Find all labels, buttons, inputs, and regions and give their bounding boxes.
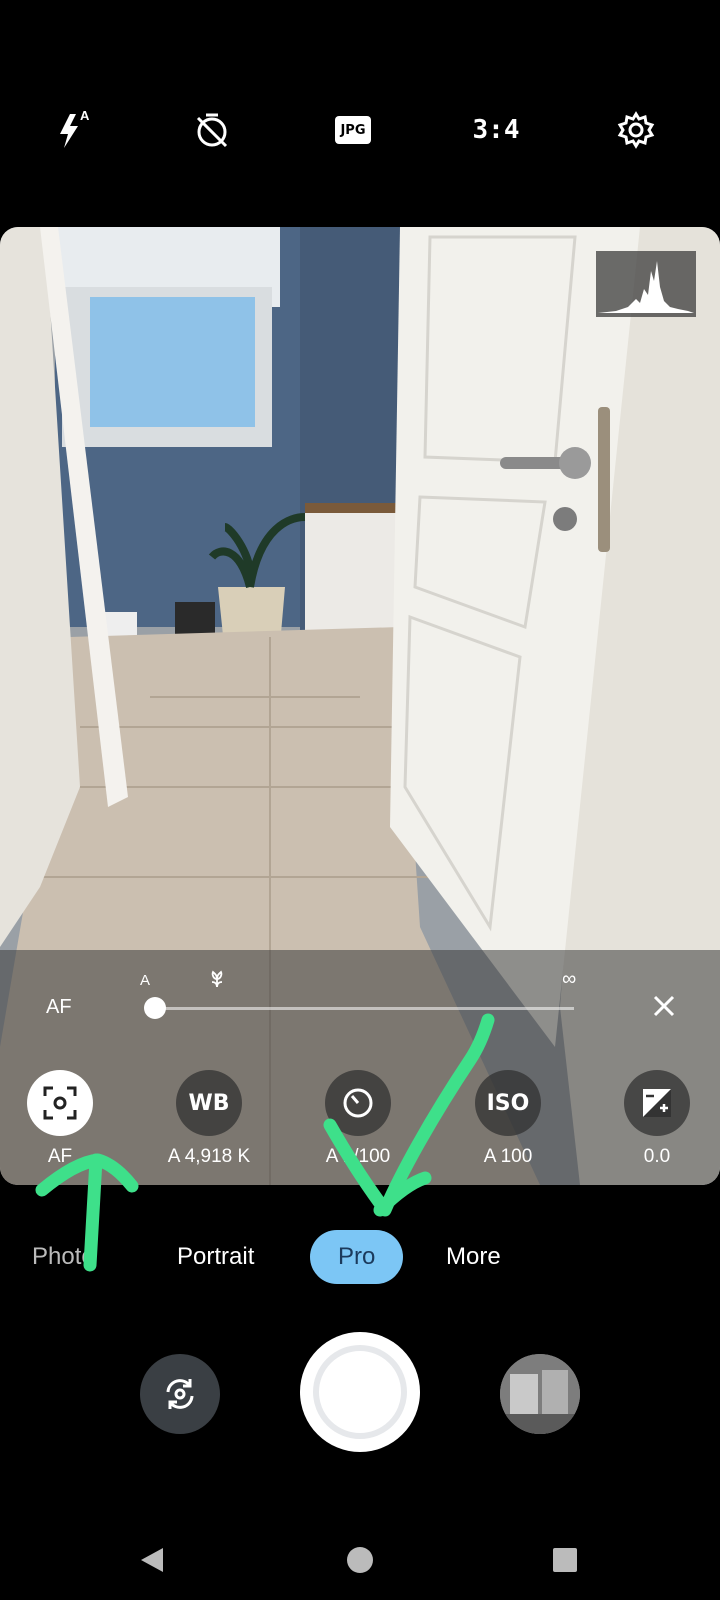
aspect-ratio-toggle[interactable]: 3:4 [466, 100, 526, 160]
camera-switch-icon[interactable] [140, 1354, 220, 1434]
gear-icon[interactable] [606, 100, 666, 160]
shutter-button-ring [313, 1345, 407, 1439]
shutter-button[interactable] [300, 1332, 420, 1452]
af-control-value: AF [47, 1146, 73, 1167]
timer-off-icon[interactable] [182, 100, 242, 160]
back-triangle-icon[interactable] [122, 1530, 182, 1590]
wb-label[interactable]: WB [176, 1070, 242, 1136]
iso-label[interactable]: ISO [475, 1070, 541, 1136]
exposure-value: 0.0 [643, 1146, 671, 1167]
system-navigation-bar [0, 1530, 720, 1590]
shutter-speed-icon[interactable] [325, 1070, 391, 1136]
mode-more[interactable]: More [446, 1230, 501, 1284]
format-toggle[interactable]: JPG [323, 100, 383, 160]
mode-portrait[interactable]: Portrait [177, 1230, 254, 1284]
mode-photo[interactable]: Photo [32, 1230, 95, 1284]
camera-top-bar: A JPG 3:4 [0, 100, 720, 170]
jpg-format-label: JPG [335, 116, 371, 144]
shutter-speed-value: A 1/100 [325, 1146, 391, 1167]
capture-controls [0, 1332, 720, 1452]
shutter-speed-control[interactable]: A 1/100 [293, 1070, 423, 1168]
gallery-thumbnail[interactable] [500, 1354, 580, 1434]
wb-control[interactable]: WB A 4,918 K [144, 1070, 274, 1168]
pro-controls-panel: AF A ∞ AF WB A 4,918 K A 1/100 ISO A 100… [0, 950, 720, 1185]
focus-slider-infinity-label: ∞ [562, 968, 577, 990]
aspect-ratio-label: 3:4 [472, 115, 520, 145]
home-circle-icon[interactable] [330, 1530, 390, 1590]
exposure-control[interactable]: 0.0 [592, 1070, 720, 1168]
focus-slider-thumb[interactable] [143, 997, 166, 1019]
focus-slider-auto-label: A [140, 972, 151, 989]
iso-control-value: A 100 [483, 1146, 533, 1167]
af-control[interactable]: AF [0, 1070, 125, 1168]
focus-frame-icon[interactable] [27, 1070, 93, 1136]
focus-slider-track[interactable] [146, 1007, 574, 1010]
camera-mode-selector: Photo Portrait Pro More [0, 1230, 720, 1286]
histogram [596, 251, 696, 317]
flower-macro-icon [208, 970, 226, 993]
iso-control[interactable]: ISO A 100 [443, 1070, 573, 1168]
flash-badge: A [80, 108, 90, 123]
close-icon[interactable] [646, 988, 682, 1024]
camera-viewfinder[interactable]: AF A ∞ AF WB A 4,918 K A 1/100 ISO A 100… [0, 227, 720, 1185]
flash-auto-icon[interactable]: A [44, 100, 104, 160]
mode-pro[interactable]: Pro [310, 1230, 404, 1284]
focus-mode-label: AF [46, 996, 72, 1018]
recents-square-icon[interactable] [535, 1530, 595, 1590]
wb-control-value: A 4,918 K [167, 1146, 251, 1167]
exposure-compensation-icon[interactable] [624, 1070, 690, 1136]
